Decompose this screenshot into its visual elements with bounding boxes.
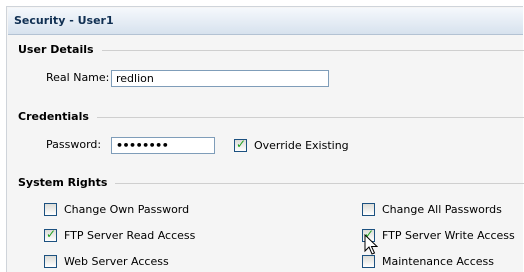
check-mark-icon: ✓ xyxy=(46,227,57,241)
mouse-cursor-icon xyxy=(364,234,378,255)
ftp-read-access-checkbox[interactable]: ✓ xyxy=(44,227,57,242)
change-all-passwords-label: Change All Passwords xyxy=(382,203,502,216)
change-all-passwords-checkbox[interactable] xyxy=(362,203,375,216)
real-name-label: Real Name: xyxy=(46,71,110,84)
change-own-password-checkbox[interactable] xyxy=(44,203,57,216)
panel-titlebar: Security - User1 xyxy=(8,8,523,35)
ftp-read-access-label: FTP Server Read Access xyxy=(64,229,196,242)
system-rights-heading: System Rights xyxy=(18,176,116,189)
maintenance-access-label: Maintenance Access xyxy=(382,255,494,268)
check-mark-icon: ✓ xyxy=(236,137,247,151)
change-own-password-label: Change Own Password xyxy=(64,203,190,216)
web-server-access-checkbox[interactable] xyxy=(44,255,57,268)
user-details-heading: User Details xyxy=(18,43,102,56)
real-name-input[interactable]: redlion xyxy=(111,70,329,87)
override-existing-label: Override Existing xyxy=(254,139,349,152)
password-input[interactable]: •••••••• xyxy=(111,137,215,154)
ftp-write-access-label: FTP Server Write Access xyxy=(382,229,515,242)
password-label: Password: xyxy=(46,138,102,151)
credentials-heading: Credentials xyxy=(18,110,97,123)
credentials-section-header: Credentials xyxy=(18,110,524,124)
user-details-section-header: User Details xyxy=(18,43,524,57)
panel-title: Security - User1 xyxy=(14,14,114,27)
override-existing-checkbox[interactable]: ✓ xyxy=(234,137,247,152)
maintenance-access-checkbox[interactable] xyxy=(362,255,375,268)
web-server-access-label: Web Server Access xyxy=(64,255,169,268)
system-rights-section-header: System Rights xyxy=(18,176,524,190)
